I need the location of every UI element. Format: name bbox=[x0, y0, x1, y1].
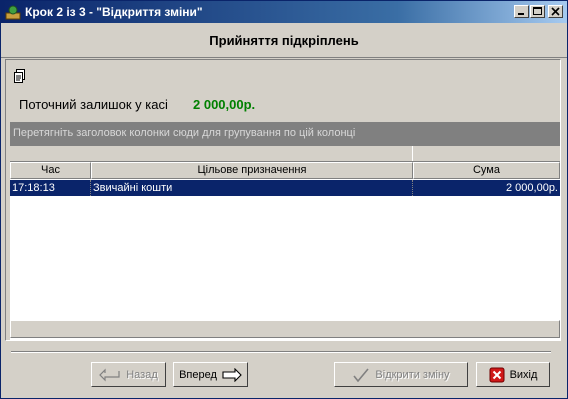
checkmark-icon bbox=[353, 367, 370, 382]
arrow-forward-icon bbox=[222, 367, 242, 382]
cell-purpose: Звичайні кошти bbox=[91, 180, 413, 196]
arrow-back-icon bbox=[99, 368, 120, 381]
step-header: Прийняття підкріплень bbox=[1, 23, 567, 58]
button-separator bbox=[11, 351, 551, 353]
close-icon bbox=[551, 7, 560, 16]
data-grid[interactable]: Час Цільове призначення Сума 17:18:13 Зв… bbox=[10, 146, 560, 340]
open-shift-label: Відкрити зміну bbox=[375, 368, 450, 381]
band-header bbox=[10, 146, 560, 162]
balance-label: Поточний залишок у касі bbox=[19, 97, 168, 112]
minimize-icon bbox=[518, 13, 524, 15]
column-header-purpose[interactable]: Цільове призначення bbox=[91, 162, 413, 179]
documents-icon[interactable] bbox=[12, 68, 28, 84]
step-title: Прийняття підкріплень bbox=[209, 33, 359, 48]
table-row[interactable]: 17:18:13 Звичайні кошти 2 000,00р. bbox=[10, 180, 560, 196]
column-header-time[interactable]: Час bbox=[10, 162, 91, 179]
column-header-amount[interactable]: Сума bbox=[413, 162, 560, 179]
balance-value: 2 000,00р. bbox=[193, 97, 256, 112]
group-by-area[interactable]: Перетягніть заголовок колонки сюди для г… bbox=[10, 122, 560, 146]
close-window-button[interactable] bbox=[548, 5, 563, 18]
open-shift-button[interactable]: Відкрити зміну bbox=[334, 362, 468, 387]
app-icon bbox=[5, 5, 21, 20]
exit-button[interactable]: Вихід bbox=[476, 362, 550, 387]
cell-amount: 2 000,00р. bbox=[506, 182, 558, 194]
grid-footer bbox=[10, 320, 560, 338]
group-hint: Перетягніть заголовок колонки сюди для г… bbox=[13, 127, 356, 139]
back-label: Назад bbox=[126, 368, 158, 381]
window-title: Крок 2 із 3 - "Відкриття зміни" bbox=[25, 5, 203, 19]
title-bar[interactable]: Крок 2 із 3 - "Відкриття зміни" bbox=[1, 1, 567, 23]
forward-button[interactable]: Вперед bbox=[173, 362, 248, 387]
column-headers: Час Цільове призначення Сума bbox=[10, 162, 560, 179]
maximize-icon bbox=[533, 7, 542, 15]
wizard-window: Крок 2 із 3 - "Відкриття зміни" Прийнятт… bbox=[0, 0, 568, 399]
cell-time: 17:18:13 bbox=[10, 180, 91, 196]
maximize-button[interactable] bbox=[530, 5, 545, 18]
content-panel: Поточний залишок у касі 2 000,00р. Перет… bbox=[5, 59, 561, 341]
minimize-button[interactable] bbox=[514, 5, 529, 18]
forward-label: Вперед bbox=[179, 368, 217, 381]
back-button[interactable]: Назад bbox=[91, 362, 166, 387]
exit-label: Вихід bbox=[509, 368, 538, 381]
close-red-icon bbox=[489, 367, 505, 382]
